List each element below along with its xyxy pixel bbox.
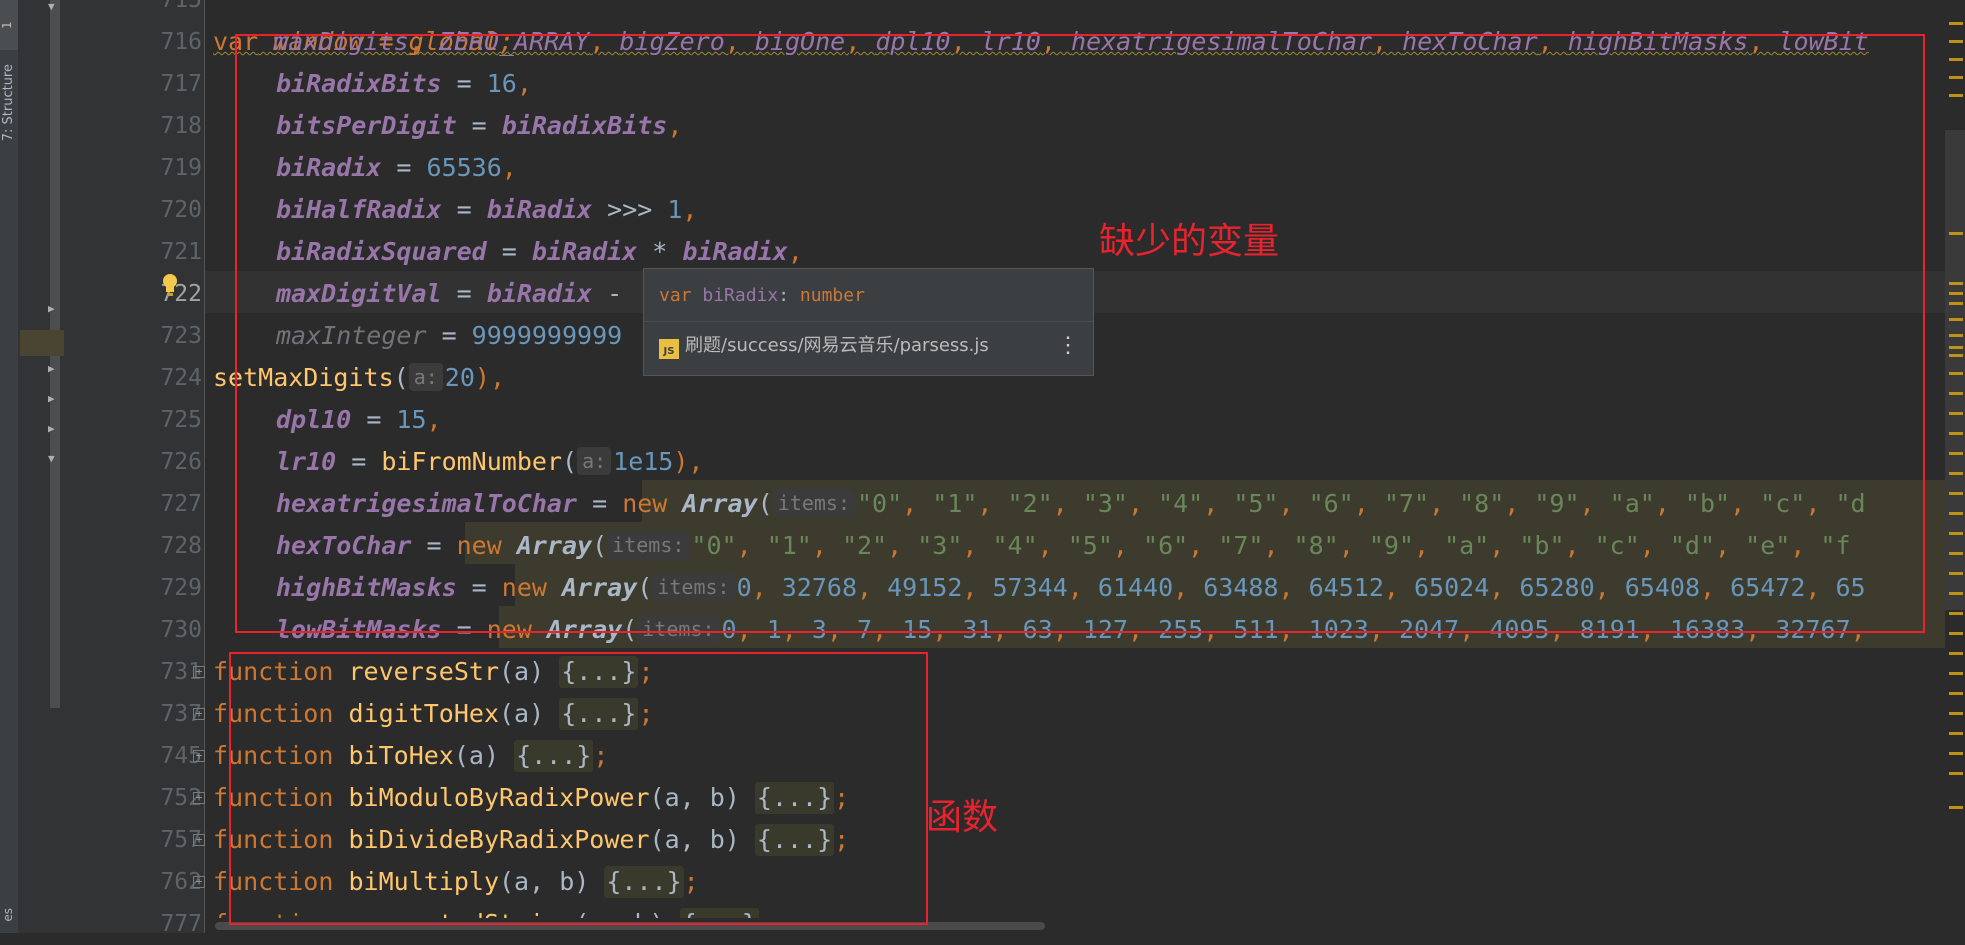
warning-marker[interactable] xyxy=(1949,472,1963,475)
annotation-label-missing-vars: 缺少的变量 xyxy=(1099,221,1280,262)
line-number: 720 xyxy=(160,197,202,223)
line-number: 729 xyxy=(160,575,202,601)
expand-arrow-icon[interactable]: ▶ xyxy=(48,422,55,435)
code-line-715: window = global; xyxy=(213,0,514,56)
line-number: 727 xyxy=(160,491,202,517)
warning-marker[interactable] xyxy=(1949,292,1963,295)
warning-marker[interactable] xyxy=(1949,806,1963,809)
warning-marker[interactable] xyxy=(1949,712,1963,715)
structure-tool-button[interactable]: 7: Structure xyxy=(1,64,16,141)
bottom-tool-label[interactable]: es xyxy=(1,908,15,922)
line-number: 725 xyxy=(160,407,202,433)
line-number: 721 xyxy=(160,239,202,265)
warning-marker[interactable] xyxy=(1949,672,1963,675)
warning-marker[interactable] xyxy=(1949,492,1963,495)
warning-marker[interactable] xyxy=(1949,692,1963,695)
annotation-box-variables xyxy=(235,34,1925,633)
line-number-gutter: 715 716 717 718 719 720 721 722 723 724 … xyxy=(64,0,205,937)
warning-marker[interactable] xyxy=(1949,592,1963,595)
expand-arrow-icon[interactable]: ▶ xyxy=(48,302,55,315)
line-number: 745 xyxy=(160,743,202,769)
project-tool-tab[interactable]: 1 xyxy=(0,0,18,50)
warning-marker[interactable] xyxy=(1949,512,1963,515)
line-number: 718 xyxy=(160,113,202,139)
warning-marker[interactable] xyxy=(1949,652,1963,655)
warning-marker[interactable] xyxy=(1949,22,1963,25)
line-number: 777 xyxy=(160,911,202,937)
line-number: 730 xyxy=(160,617,202,643)
fold-expand-icon[interactable]: + xyxy=(193,666,205,678)
warning-marker[interactable] xyxy=(1949,372,1963,375)
line-number: 728 xyxy=(160,533,202,559)
warning-marker[interactable] xyxy=(1949,232,1963,235)
scroll-up-arrow-icon[interactable]: ▼ xyxy=(48,0,55,13)
warning-marker[interactable] xyxy=(1949,572,1963,575)
line-number: 715 xyxy=(160,0,202,13)
line-number: 723 xyxy=(160,323,202,349)
warning-marker[interactable] xyxy=(1949,452,1963,455)
warning-marker[interactable] xyxy=(1949,532,1963,535)
warning-marker[interactable] xyxy=(1949,302,1963,305)
warning-marker[interactable] xyxy=(1949,392,1963,395)
warning-marker[interactable] xyxy=(1949,632,1963,635)
expand-arrow-icon[interactable]: ▶ xyxy=(48,392,55,405)
warning-marker[interactable] xyxy=(1949,346,1963,349)
bookmark-highlight xyxy=(20,330,70,356)
warning-marker[interactable] xyxy=(1949,432,1963,435)
warning-marker[interactable] xyxy=(1949,58,1963,61)
line-number: 724 xyxy=(160,365,202,391)
warning-marker[interactable] xyxy=(1949,40,1963,43)
current-line-number: 722 xyxy=(160,281,202,307)
warning-marker[interactable] xyxy=(1949,318,1963,321)
line-number: 719 xyxy=(160,155,202,181)
warning-marker[interactable] xyxy=(1949,552,1963,555)
warning-marker[interactable] xyxy=(1949,334,1963,337)
warning-marker[interactable] xyxy=(1949,354,1963,357)
line-number: 757 xyxy=(160,827,202,853)
line-number: 716 xyxy=(160,29,202,55)
left-panel-scroll: ▼ ▶ ▶ ▶ ▶ ▶ ▼ xyxy=(18,0,70,933)
warning-marker[interactable] xyxy=(1949,752,1963,755)
tool-window-strip: 1 7: Structure es xyxy=(0,0,19,933)
warning-marker[interactable] xyxy=(1949,732,1963,735)
fold-expand-icon[interactable]: + xyxy=(193,876,205,888)
warning-marker[interactable] xyxy=(1949,412,1963,415)
right-scrollbar-thumb[interactable] xyxy=(1945,130,1965,610)
fold-expand-icon[interactable]: + xyxy=(193,750,205,762)
line-number: 731 xyxy=(160,659,202,685)
line-number: 726 xyxy=(160,449,202,475)
line-number: 737 xyxy=(160,701,202,727)
warning-marker[interactable] xyxy=(1949,612,1963,615)
warning-marker[interactable] xyxy=(1949,94,1963,97)
fold-expand-icon[interactable]: + xyxy=(193,834,205,846)
line-number: 762 xyxy=(160,869,202,895)
annotation-label-functions: 函数 xyxy=(926,797,999,838)
collapse-arrow-icon[interactable]: ▼ xyxy=(48,452,55,465)
lightbulb-icon[interactable] xyxy=(160,272,180,298)
warning-marker[interactable] xyxy=(1949,282,1963,285)
line-number: 752 xyxy=(160,785,202,811)
fold-expand-icon[interactable]: + xyxy=(193,792,205,804)
annotation-box-functions xyxy=(229,652,928,925)
line-number: 717 xyxy=(160,71,202,97)
error-stripe[interactable] xyxy=(1945,0,1965,933)
fold-expand-icon[interactable]: + xyxy=(193,708,205,720)
expand-arrow-icon[interactable]: ▶ xyxy=(48,362,55,375)
warning-marker[interactable] xyxy=(1949,76,1963,79)
warning-marker[interactable] xyxy=(1949,772,1963,775)
